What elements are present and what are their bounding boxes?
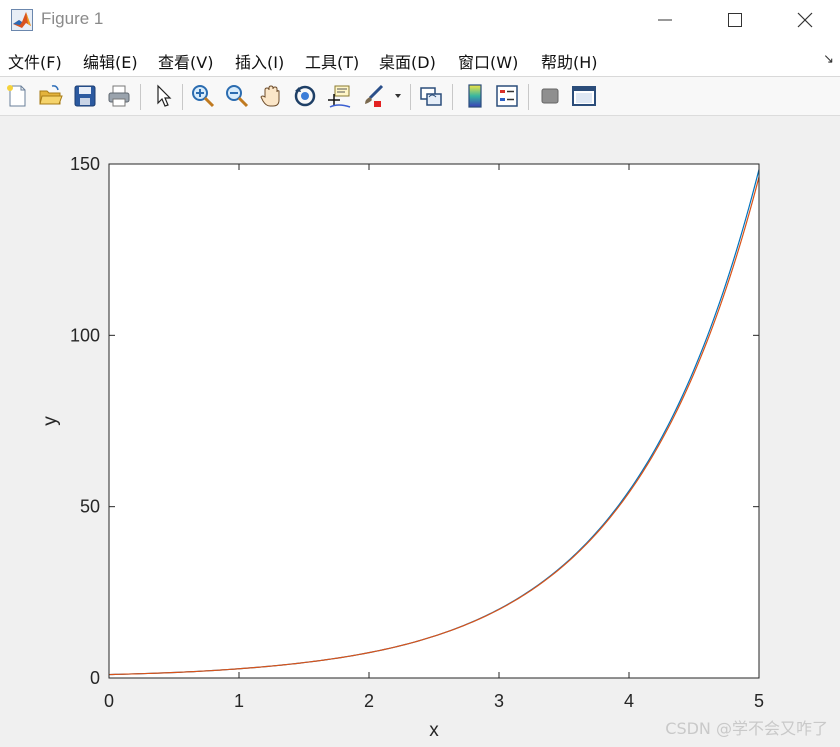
- save-button[interactable]: [72, 83, 98, 109]
- menu-edit[interactable]: 编辑(E): [83, 49, 138, 73]
- menu-help[interactable]: 帮助(H): [541, 49, 598, 73]
- link-plot-button[interactable]: [418, 83, 444, 109]
- dock-arrow-icon[interactable]: ↘: [823, 52, 834, 67]
- zoom-out-icon: [226, 85, 249, 108]
- maximize-button[interactable]: [700, 0, 770, 40]
- pan-hand-icon: [260, 85, 280, 107]
- zoom-in-button[interactable]: [190, 83, 216, 109]
- print-icon: [108, 85, 130, 107]
- matlab-logo-icon: [11, 9, 33, 31]
- show-plot-tools-icon: [572, 86, 596, 106]
- pointer-icon: [157, 84, 172, 107]
- hide-plot-tools-icon: [541, 88, 559, 104]
- menu-bar: 文件(F) 编辑(E) 查看(V) 插入(I) 工具(T) 桌面(D) 窗口(W…: [0, 40, 840, 76]
- toolbar-separator: [410, 84, 411, 110]
- plot-area[interactable]: 0 1 2 3 4 5 0 50 100 150 x y: [0, 116, 840, 747]
- show-plot-tools-button[interactable]: [571, 83, 597, 109]
- menu-window[interactable]: 窗口(W): [458, 49, 518, 73]
- legend-icon: [496, 85, 518, 107]
- x-tick-labels: 0 1 2 3 4 5: [104, 691, 764, 711]
- close-button[interactable]: [770, 0, 840, 40]
- y-tick-label: 50: [80, 497, 100, 517]
- toolbar-separator: [182, 84, 183, 110]
- window-title: Figure 1: [41, 9, 104, 28]
- new-figure-button[interactable]: [4, 83, 30, 109]
- minimize-button[interactable]: [630, 0, 700, 40]
- open-file-icon: [39, 85, 63, 105]
- brush-dropdown-button[interactable]: [392, 83, 404, 109]
- y-tick-label: 150: [70, 154, 100, 174]
- brush-button[interactable]: [360, 83, 386, 109]
- axes-background: [109, 164, 759, 678]
- print-button[interactable]: [106, 83, 132, 109]
- toolbar-separator: [140, 84, 141, 110]
- menu-tools[interactable]: 工具(T): [305, 49, 359, 73]
- menu-view[interactable]: 查看(V): [158, 49, 213, 73]
- data-cursor-button[interactable]: [326, 83, 352, 109]
- colorbar-button[interactable]: [462, 83, 488, 109]
- title-bar: Figure 1: [0, 0, 840, 40]
- y-tick-labels: 0 50 100 150: [70, 154, 100, 688]
- menu-desktop[interactable]: 桌面(D): [379, 49, 436, 73]
- legend-button[interactable]: [494, 83, 520, 109]
- link-plot-icon: [420, 87, 442, 106]
- y-tick-label: 100: [70, 325, 100, 345]
- new-figure-icon: [7, 85, 26, 107]
- zoom-in-icon: [192, 85, 215, 108]
- hide-plot-tools-button[interactable]: [537, 83, 563, 109]
- x-axis-label: x: [429, 720, 439, 741]
- minimize-icon: [658, 19, 672, 21]
- x-tick-label: 2: [364, 691, 374, 711]
- zoom-out-button[interactable]: [224, 83, 250, 109]
- watermark-text: CSDN @学不会又咋了: [665, 719, 828, 738]
- save-icon: [74, 85, 96, 107]
- open-file-button[interactable]: [38, 83, 64, 109]
- toolbar-separator: [528, 84, 529, 110]
- maximize-icon: [728, 13, 742, 27]
- pointer-button[interactable]: [150, 83, 176, 109]
- y-axis-label: y: [40, 416, 61, 426]
- pan-button[interactable]: [258, 83, 284, 109]
- y-tick-label: 0: [90, 668, 100, 688]
- brush-dropdown-icon: [395, 94, 401, 98]
- x-tick-label: 5: [754, 691, 764, 711]
- x-tick-label: 0: [104, 691, 114, 711]
- figure-toolbar: [0, 76, 840, 116]
- menu-file[interactable]: 文件(F): [8, 49, 62, 73]
- close-icon: [797, 12, 813, 28]
- data-cursor-icon: [328, 85, 351, 108]
- x-tick-label: 3: [494, 691, 504, 711]
- colorbar-icon: [468, 84, 482, 108]
- x-tick-label: 1: [234, 691, 244, 711]
- toolbar-separator: [452, 84, 453, 110]
- menu-insert[interactable]: 插入(I): [235, 49, 284, 73]
- x-tick-label: 4: [624, 691, 634, 711]
- rotate-3d-button[interactable]: [292, 83, 318, 109]
- rotate-3d-icon: [294, 85, 316, 107]
- brush-icon: [365, 84, 384, 107]
